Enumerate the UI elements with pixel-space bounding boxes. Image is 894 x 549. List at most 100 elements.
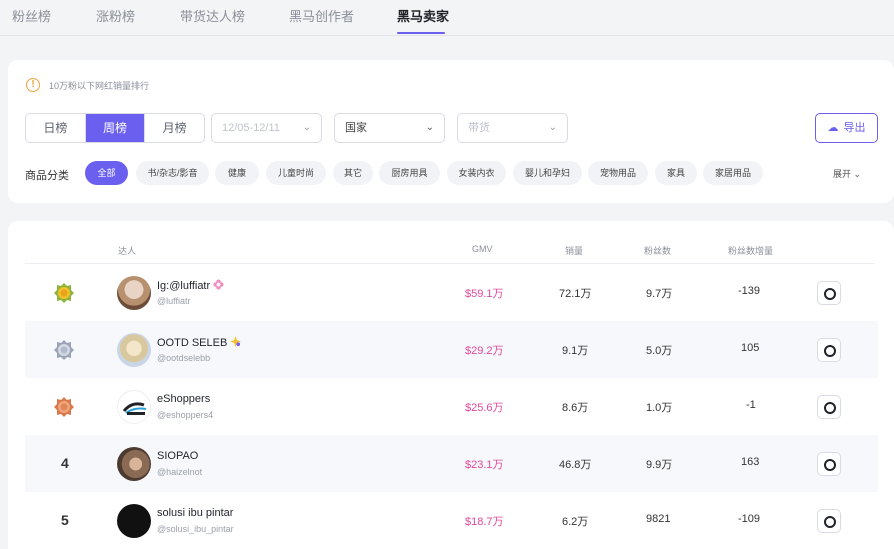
gmv-value: $25.6万: [465, 402, 504, 414]
header-sales[interactable]: 销量: [565, 244, 583, 257]
header-creator: 达人: [118, 246, 137, 256]
category-baby-maternity[interactable]: 婴儿和孕妇: [513, 161, 582, 185]
creator-name-text: Ig:@luffiatr: [157, 280, 211, 292]
goods-value: 带货: [468, 122, 490, 134]
tab-fans-growth[interactable]: 涨粉榜: [96, 9, 135, 25]
fans-growth-value: -109: [738, 513, 761, 525]
export-label: 导出: [843, 122, 866, 134]
category-other[interactable]: 其它: [333, 161, 373, 185]
table-row[interactable]: OOTD SELEB @ootdselebb $29.2万 9.1万 5.0万 …: [25, 321, 878, 378]
fans-value: 9821: [646, 513, 671, 525]
tab-rising-creators[interactable]: 黑马创作者: [289, 9, 354, 25]
creator-name[interactable]: eShoppers: [157, 393, 210, 405]
sales-value: 46.8万: [559, 459, 592, 471]
gmv-value: $29.2万: [465, 345, 504, 357]
gold-medal-icon: [54, 283, 74, 303]
top-tab-bar: 粉丝榜 涨粉榜 带货达人榜 黑马创作者 黑马卖家: [0, 0, 894, 36]
creator-name[interactable]: Ig:@luffiatr: [157, 279, 224, 292]
avatar[interactable]: [117, 333, 151, 367]
avatar[interactable]: [117, 276, 151, 310]
header-fans[interactable]: 粉丝数: [644, 244, 671, 257]
creator-handle: @ootdselebb: [157, 353, 211, 363]
fans-growth-value: 163: [741, 456, 760, 468]
creator-handle: @luffiatr: [157, 296, 191, 306]
tab-sales-creators[interactable]: 带货达人榜: [180, 9, 245, 25]
creator-name[interactable]: OOTD SELEB: [157, 336, 242, 349]
goods-select[interactable]: 带货 ⌄: [457, 113, 568, 143]
rank-number: 4: [61, 455, 69, 471]
fans-growth-value: -1: [746, 399, 756, 411]
table-row[interactable]: 4 SIOPAO @haizelnot $23.1万 46.8万 9.9万 16…: [25, 435, 878, 492]
fans-growth-value: -139: [738, 285, 761, 297]
chevron-down-icon: ⌄: [425, 122, 434, 133]
sales-value: 72.1万: [559, 288, 592, 300]
view-detail-button[interactable]: [817, 395, 841, 419]
creator-name[interactable]: SIOPAO: [157, 450, 198, 462]
chevron-down-icon: ⌄: [302, 122, 311, 133]
category-label: 商品分类: [25, 170, 69, 182]
flower-icon: [213, 279, 224, 290]
export-button[interactable]: ☁ 导出: [815, 113, 878, 143]
category-furniture[interactable]: 家具: [655, 161, 697, 185]
creator-name-text: OOTD SELEB: [157, 337, 228, 349]
sales-value: 8.6万: [562, 402, 589, 414]
silver-medal-icon: [54, 340, 74, 360]
gmv-value: $59.1万: [465, 288, 504, 300]
category-all[interactable]: 全部: [85, 161, 128, 185]
gmv-value: $18.7万: [465, 516, 504, 528]
fans-value: 9.7万: [646, 288, 673, 300]
export-icon: ☁: [827, 122, 839, 134]
ranking-table: 达人 GMV 销量 粉丝数 粉丝数增量 Ig:@luffiatr @luffia…: [8, 221, 894, 549]
fans-value: 1.0万: [646, 402, 673, 414]
chevron-down-icon: ⌄: [548, 122, 557, 133]
table-row[interactable]: eShoppers @eshoppers4 $25.6万 8.6万 1.0万 -…: [25, 378, 878, 435]
view-detail-button[interactable]: [817, 338, 841, 362]
category-pet[interactable]: 宠物用品: [588, 161, 648, 185]
category-kitchen[interactable]: 厨房用具: [379, 161, 440, 185]
category-womens-wear[interactable]: 女装内衣: [447, 161, 506, 185]
country-value: 国家: [345, 122, 367, 134]
sparkle-icon: [230, 336, 242, 347]
notice: ! 10万粉以下网红销量排行: [26, 78, 149, 92]
creator-handle: @haizelnot: [157, 467, 203, 477]
category-health[interactable]: 健康: [215, 161, 259, 185]
date-range-select[interactable]: 12/05-12/11 ⌄: [211, 113, 322, 143]
country-select[interactable]: 国家 ⌄: [334, 113, 445, 143]
header-fans-growth[interactable]: 粉丝数增量: [728, 244, 773, 257]
tab-rising-sellers[interactable]: 黑马卖家: [397, 9, 449, 25]
gmv-value: $23.1万: [465, 459, 504, 471]
category-home[interactable]: 家居用品: [703, 161, 763, 185]
category-kids-fashion[interactable]: 儿童时尚: [266, 161, 326, 185]
period-switch: 日榜 周榜 月榜: [25, 113, 205, 143]
eshoppers-logo-icon: [122, 402, 147, 415]
expand-label: 展开: [833, 169, 852, 179]
active-tab-indicator: [397, 32, 445, 34]
date-range-value: 12/05-12/11: [222, 122, 280, 134]
category-books[interactable]: 书/杂志/影音: [136, 161, 209, 185]
creator-handle: @eshoppers4: [157, 410, 214, 420]
fans-growth-value: 105: [741, 342, 760, 354]
bronze-medal-icon: [54, 397, 74, 417]
warning-icon: !: [26, 78, 40, 92]
view-detail-button[interactable]: [817, 281, 841, 305]
avatar[interactable]: [117, 390, 151, 424]
sales-value: 9.1万: [562, 345, 589, 357]
period-weekly[interactable]: 周榜: [85, 114, 146, 142]
expand-toggle[interactable]: 展开 ⌄: [833, 167, 861, 180]
tab-fans[interactable]: 粉丝榜: [12, 9, 51, 25]
sales-value: 6.2万: [562, 516, 589, 528]
table-row[interactable]: 5 solusi ibu pintar @solusi_ibu_pintar $…: [25, 492, 878, 549]
chevron-down-icon: ⌄: [853, 169, 862, 179]
creator-name[interactable]: solusi ibu pintar: [157, 507, 233, 519]
fans-value: 9.9万: [646, 459, 673, 471]
period-daily[interactable]: 日榜: [26, 114, 86, 142]
avatar[interactable]: [117, 447, 151, 481]
notice-text: 10万粉以下网红销量排行: [49, 80, 150, 91]
creator-handle: @solusi_ibu_pintar: [157, 524, 234, 534]
period-monthly[interactable]: 月榜: [145, 114, 204, 142]
view-detail-button[interactable]: [817, 509, 841, 533]
avatar[interactable]: [117, 504, 151, 538]
view-detail-button[interactable]: [817, 452, 841, 476]
table-row[interactable]: Ig:@luffiatr @luffiatr $59.1万 72.1万 9.7万…: [25, 264, 878, 321]
header-gmv[interactable]: GMV: [472, 244, 493, 254]
